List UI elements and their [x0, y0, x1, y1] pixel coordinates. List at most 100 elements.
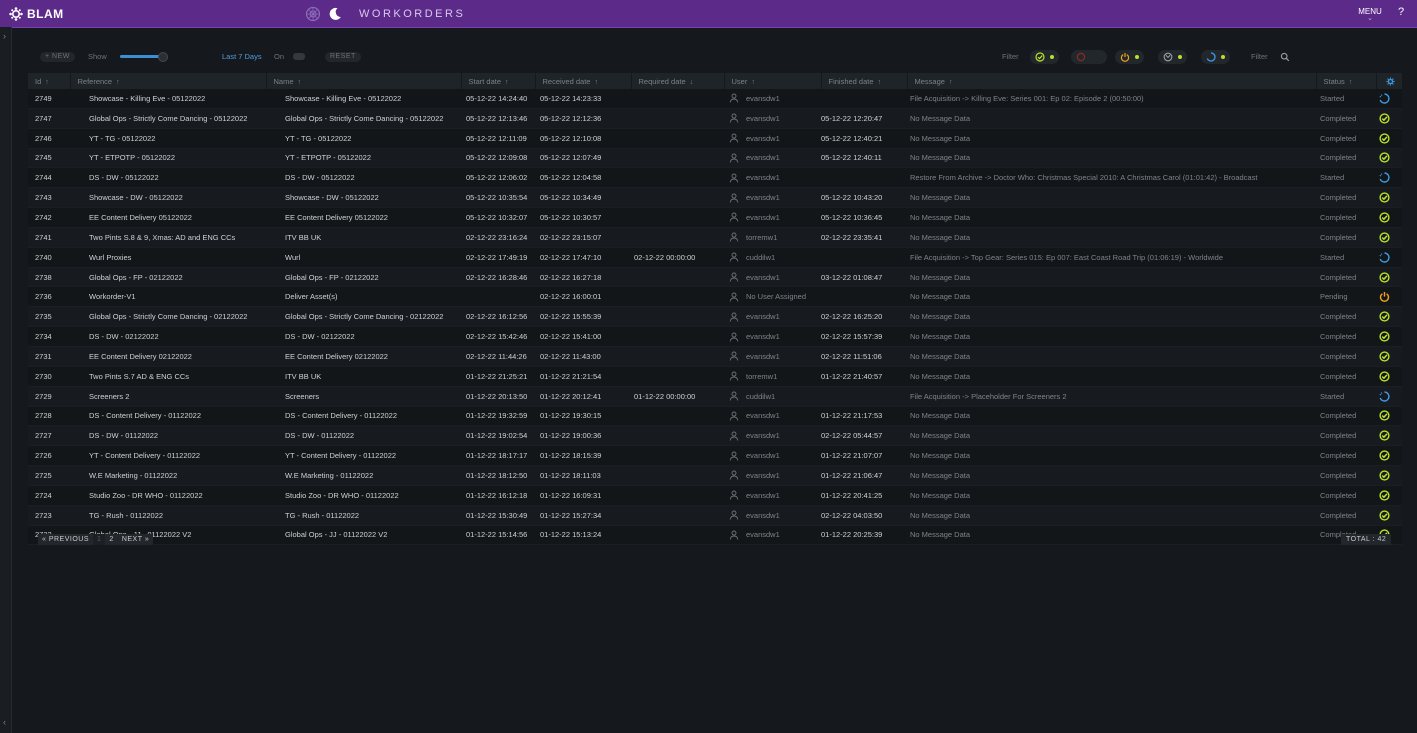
cell-name: Showcase - DW - 05122022 [266, 187, 461, 209]
new-button[interactable]: + NEW [40, 52, 75, 62]
cell-start-date: 01-12-22 19:32:59 [461, 406, 535, 427]
page-1-button[interactable]: 1 [93, 534, 106, 545]
cell-status-icon [1376, 227, 1402, 248]
on-toggle[interactable] [293, 53, 305, 60]
cell-reference: YT - ETPOTP - 05122022 [70, 148, 266, 169]
cell-required-date: 01-12-22 00:00:00 [631, 386, 724, 407]
table-row[interactable]: 2741 Two Pints S.8 & 9, Xmas: AD and ENG … [28, 227, 1402, 248]
user-name: evansdw1 [746, 411, 780, 421]
started-spinner-icon [1379, 390, 1390, 402]
table-row[interactable]: 2746 YT - TG - 05122022 YT - TG - 05122022… [28, 128, 1402, 149]
table-row[interactable]: 2724 Studio Zoo - DR WHO - 01122022 Studio… [28, 485, 1402, 506]
filter-completed[interactable] [1030, 50, 1059, 64]
table-row[interactable]: 2727 DS - DW - 01122022 DS - DW - 01122022… [28, 425, 1402, 447]
workorders-app-icon[interactable] [305, 6, 321, 22]
cell-user: torremw1 [724, 366, 821, 387]
table-row[interactable]: 2731 EE Content Delivery 02122022 EE Conte… [28, 346, 1402, 367]
table-row[interactable]: 2735 Global Ops - Strictly Come Dancing -… [28, 306, 1402, 328]
column-header-required-date[interactable]: Required date ↓ [631, 73, 725, 89]
cell-finished-date: 02-12-22 04:03:50 [821, 505, 907, 526]
cell-message: No Message Data [907, 346, 1316, 367]
filter-other[interactable] [1158, 50, 1187, 64]
filter-failed[interactable] [1071, 50, 1107, 64]
completed-status-icon [1379, 212, 1390, 223]
table-row[interactable]: 2742 EE Content Delivery 05122022 EE Conte… [28, 207, 1402, 228]
sort-arrow-icon: ↑ [297, 78, 302, 86]
table-row[interactable]: 2738 Global Ops - FP - 02122022 Global Ops… [28, 267, 1402, 288]
table-row[interactable]: 2740 Wurl Proxies Wurl 02-12-22 17:49:19 02-… [28, 247, 1402, 268]
table-row[interactable]: 2743 Showcase - DW - 05122022 Showcase - D… [28, 187, 1402, 209]
table-row[interactable]: 2744 DS - DW - 05122022 DS - DW - 05122022… [28, 167, 1402, 189]
cell-message: No Message Data [907, 326, 1316, 347]
filter-started[interactable] [1201, 50, 1230, 64]
table-row[interactable]: 2722Global Ops - JJ - 01122022 V2Global … [28, 525, 1402, 546]
cell-id: 2743 [28, 187, 70, 209]
column-header-user[interactable]: User ↑ [724, 73, 822, 89]
cell-status-icon [1376, 445, 1402, 467]
completed-status-icon [1379, 152, 1390, 164]
cell-message: No Message Data [907, 227, 1316, 248]
table-row[interactable]: 2725 W.E Marketing - 01122022 W.E Marketin… [28, 465, 1402, 486]
table-row[interactable]: 2729 Screeners 2 Screeners 01-12-22 20:13:5… [28, 386, 1402, 407]
completed-status-icon [1379, 490, 1390, 501]
brand-name: BLAM [27, 6, 64, 21]
cell-reference: YT - TG - 05122022 [70, 128, 266, 149]
user-icon [729, 451, 739, 461]
table-row[interactable]: 2745 YT - ETPOTP - 05122022 YT - ETPOTP - … [28, 148, 1402, 169]
cell-name: Global Ops - Strictly Come Dancing - 021… [266, 306, 461, 328]
column-header-finished-date[interactable]: Finished date ↑ [821, 73, 908, 89]
column-header-message[interactable]: Message ↑ [907, 73, 1317, 89]
column-header-start-date[interactable]: Start date ↑ [461, 73, 536, 89]
cell-status-icon [1376, 465, 1402, 486]
user-icon [729, 213, 739, 223]
table-row[interactable]: 2734 DS - DW - 02122022 DS - DW - 02122022… [28, 326, 1402, 347]
next-page-button[interactable]: NEXT » [117, 534, 154, 545]
table-row[interactable]: 2736 Workorder-V1 Deliver Asset(s) 02-12-22… [28, 286, 1402, 308]
cell-status-icon [1376, 306, 1402, 328]
cell-user: cuddilw1 [724, 386, 821, 407]
expand-arrow-icon[interactable]: › [3, 31, 6, 41]
page-2-button[interactable]: 2 [105, 534, 118, 545]
menu-button[interactable]: MENU ⌄ [1356, 7, 1384, 22]
help-button[interactable]: ? [1398, 6, 1404, 18]
table-row[interactable]: 2749 Showcase - Killing Eve - 05122022 Sho… [28, 89, 1402, 109]
search-icon[interactable] [1280, 52, 1290, 62]
cell-finished-date: 02-12-22 15:57:39 [821, 326, 907, 347]
reset-button[interactable]: RESET [325, 52, 361, 62]
toolbar: + NEW Show Last 7 Days On RESET Filter F… [38, 50, 1398, 64]
range-slider[interactable] [120, 52, 168, 62]
sort-arrow-icon: ↑ [116, 78, 120, 86]
column-header-name[interactable]: Name ↑ [266, 73, 462, 89]
workorders-table: Id ↑ Reference ↑ Name ↑ Start date ↑ Receive… [28, 73, 1403, 546]
column-settings[interactable] [1376, 73, 1403, 89]
cell-start-date: 01-12-22 20:13:50 [461, 386, 535, 407]
completed-status-icon [1379, 232, 1390, 243]
cell-start-date: 02-12-22 17:49:19 [461, 247, 535, 268]
table-row[interactable]: 2726 YT - Content Delivery - 01122022 YT -… [28, 445, 1402, 467]
cell-id: 2723 [28, 505, 70, 526]
column-header-id[interactable]: Id ↑ [28, 73, 71, 89]
table-row[interactable]: 2723 TG - Rush - 01122022 TG - Rush - 0112… [28, 505, 1402, 526]
table-row[interactable]: 2730 Two Pints S.7 AD & ENG CCs ITV BB UK 0… [28, 366, 1402, 387]
table-row[interactable]: 2728 DS - Content Delivery - 01122022 DS -… [28, 406, 1402, 427]
moon-icon[interactable] [327, 6, 343, 22]
cell-finished-date: 02-12-22 16:25:20 [821, 306, 907, 328]
brand-logo[interactable]: BLAM [9, 6, 64, 21]
filter-pending[interactable] [1115, 50, 1144, 64]
cell-received-date: 05-12-22 12:10:08 [535, 128, 631, 149]
cell-name: TG - Rush - 01122022 [266, 505, 461, 526]
cell-received-date: 01-12-22 15:27:34 [535, 505, 631, 526]
completed-status-icon [1379, 113, 1390, 124]
range-slider-handle[interactable] [158, 52, 168, 62]
cell-user: torremw1 [724, 227, 821, 248]
filter-search-label: Filter [1251, 52, 1268, 61]
previous-page-button[interactable]: « PREVIOUS [38, 534, 94, 545]
column-header-received-date[interactable]: Received date ↑ [535, 73, 632, 89]
cell-required-date [631, 207, 724, 228]
column-header-status[interactable]: Status ↑ [1316, 73, 1377, 89]
table-row[interactable]: 2747 Global Ops - Strictly Come Dancing -… [28, 108, 1402, 129]
column-header-reference[interactable]: Reference ↑ [70, 73, 267, 89]
cell-name: YT - TG - 05122022 [266, 128, 461, 149]
collapse-arrow-icon[interactable]: ‹ [3, 717, 6, 727]
cell-reference: Two Pints S.7 AD & ENG CCs [70, 366, 266, 387]
